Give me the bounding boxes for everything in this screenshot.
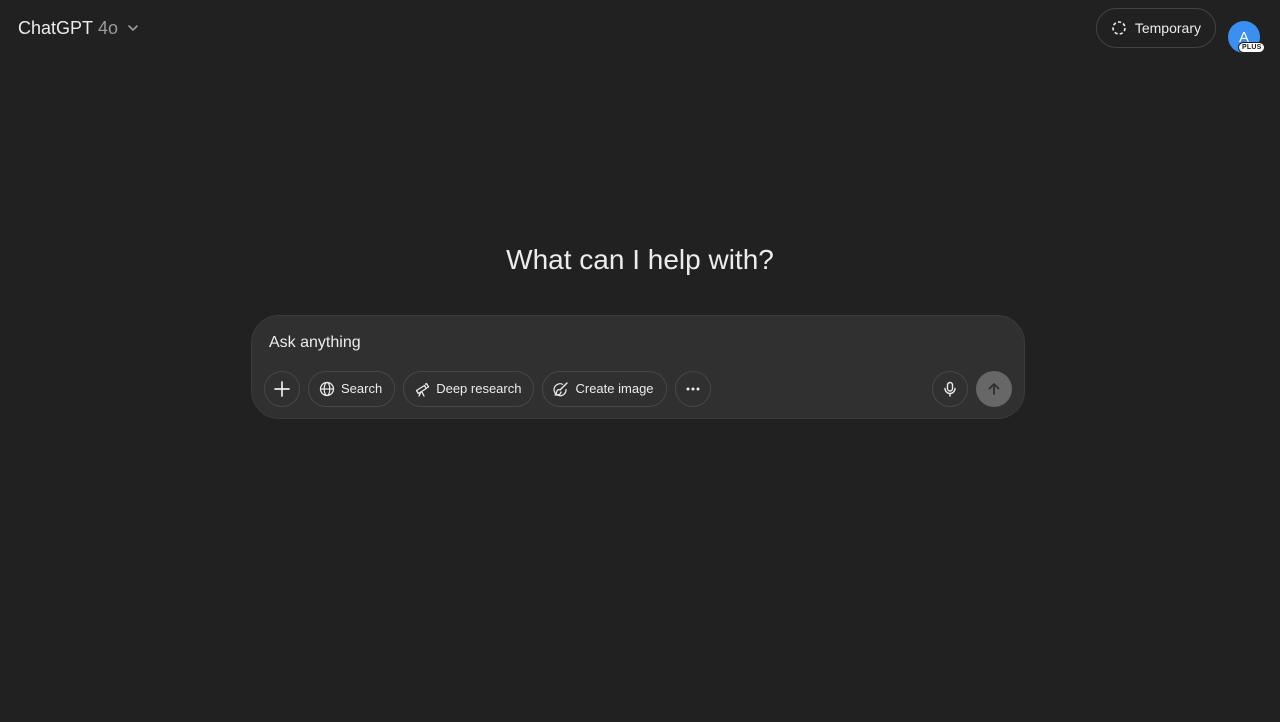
microphone-icon — [942, 381, 958, 397]
voice-input-button[interactable] — [932, 370, 968, 407]
chat-page: ChatGPT 4o Temporary A PLUS What can I h… — [0, 0, 1280, 722]
search-button[interactable]: Search — [308, 370, 396, 407]
dashed-circle-icon — [1111, 20, 1127, 36]
arrow-up-icon — [986, 381, 1002, 397]
message-composer: Search Deep research Create image — [251, 315, 1025, 419]
header-actions: Temporary A PLUS — [1095, 8, 1266, 53]
top-bar: ChatGPT 4o Temporary A PLUS — [0, 0, 1280, 56]
send-button[interactable] — [976, 370, 1012, 407]
account-menu[interactable]: A PLUS — [1228, 10, 1266, 53]
plan-badge: PLUS — [1238, 42, 1266, 53]
composer-actions — [932, 370, 1012, 407]
attach-button[interactable] — [264, 370, 300, 407]
chevron-down-icon — [126, 21, 140, 35]
model-version: 4o — [98, 17, 119, 38]
globe-icon — [319, 381, 335, 397]
deep-research-button[interactable]: Deep research — [403, 370, 535, 407]
page-title: What can I help with? — [506, 244, 774, 275]
composer-tools: Search Deep research Create image — [264, 370, 711, 407]
paintbrush-icon — [553, 381, 569, 397]
model-switcher[interactable]: ChatGPT 4o — [18, 10, 140, 46]
telescope-icon — [414, 381, 430, 397]
search-label: Search — [341, 381, 383, 396]
more-tools-button[interactable] — [674, 370, 711, 407]
plus-icon — [273, 380, 291, 398]
model-name: ChatGPT — [18, 17, 94, 38]
create-image-label: Create image — [575, 381, 654, 396]
temporary-label: Temporary — [1134, 20, 1201, 36]
ellipsis-icon — [684, 380, 702, 398]
deep-research-label: Deep research — [436, 381, 522, 396]
create-image-button[interactable]: Create image — [542, 370, 667, 407]
composer-toolbar: Search Deep research Create image — [264, 370, 1012, 407]
message-input[interactable] — [269, 334, 969, 352]
temporary-chat-button[interactable]: Temporary — [1095, 8, 1216, 48]
